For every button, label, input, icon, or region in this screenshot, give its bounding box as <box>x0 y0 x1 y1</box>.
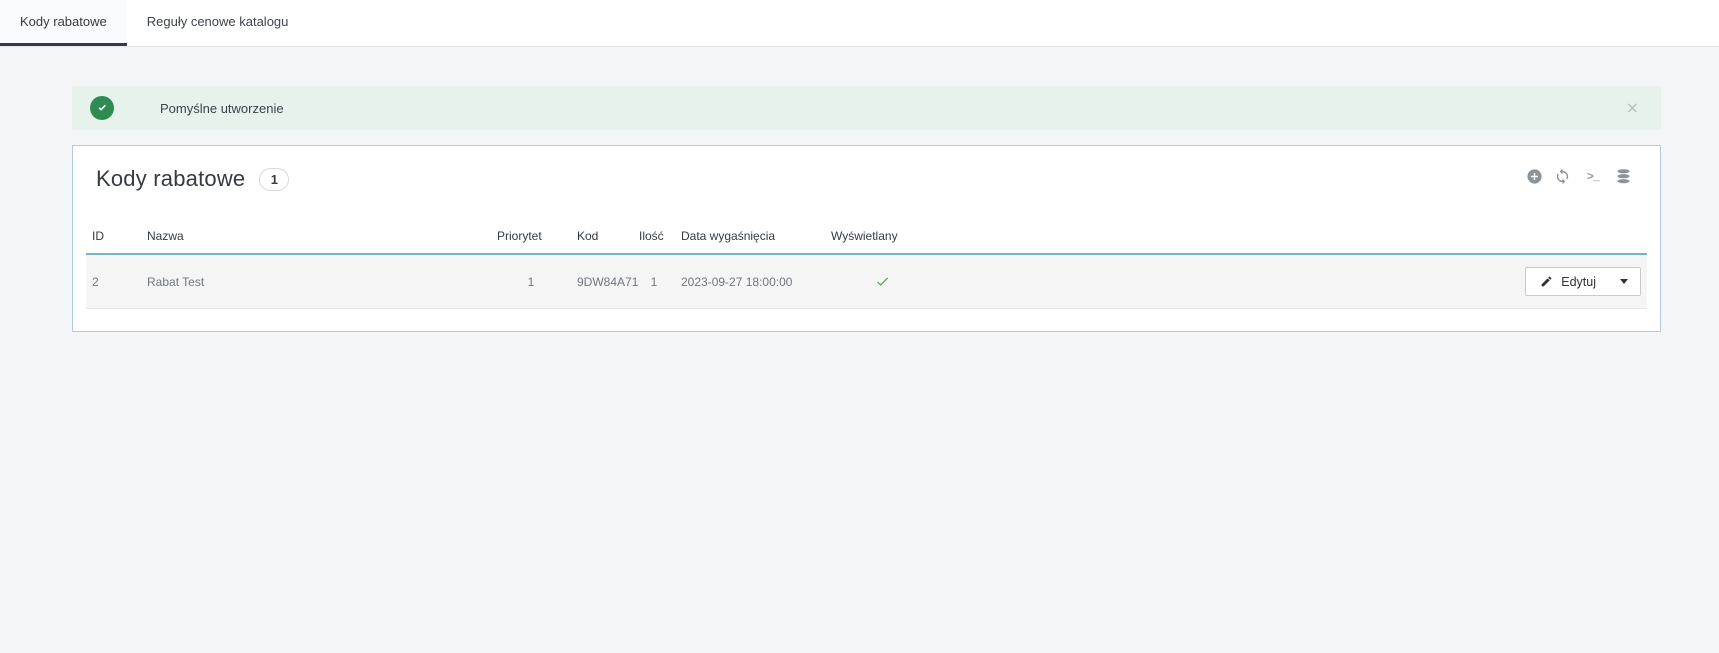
panel-heading: Kody rabatowe 1 <box>96 163 1647 195</box>
displayed-check-icon <box>875 274 890 288</box>
close-icon[interactable]: × <box>1626 100 1643 116</box>
alert-message: Pomyślne utworzenie <box>160 101 284 116</box>
discount-codes-panel: Kody rabatowe 1 >_ <box>72 145 1661 332</box>
cell-expiry: 2023-09-27 18:00:00 <box>675 254 825 309</box>
refresh-icon[interactable] <box>1554 168 1571 185</box>
header-wyswietlany[interactable]: Wyświetlany <box>825 213 940 254</box>
header-data-wygasniecia[interactable]: Data wygaśnięcia <box>675 213 825 254</box>
header-priorytet[interactable]: Priorytet <box>491 213 571 254</box>
header-ilosc[interactable]: Ilość <box>633 213 675 254</box>
cell-code: 9DW84A71 <box>571 254 633 309</box>
header-nazwa[interactable]: Nazwa <box>141 213 491 254</box>
header-kod[interactable]: Kod <box>571 213 633 254</box>
header-actions <box>940 213 1647 254</box>
tab-reguly-cenowe-katalogu[interactable]: Reguły cenowe katalogu <box>127 0 309 46</box>
table-row[interactable]: 2 Rabat Test 1 9DW84A71 1 2023-09-27 18:… <box>86 254 1647 309</box>
count-badge: 1 <box>259 168 289 191</box>
cell-displayed <box>825 254 940 309</box>
cell-id: 2 <box>86 254 141 309</box>
plus-circle-icon[interactable] <box>1526 168 1543 185</box>
tab-kody-rabatowe[interactable]: Kody rabatowe <box>0 0 127 46</box>
cell-quantity: 1 <box>633 254 675 309</box>
panel-toolbar: >_ <box>1526 168 1632 185</box>
edit-button[interactable]: Edytuj <box>1525 267 1641 296</box>
chevron-down-icon[interactable] <box>1620 279 1628 284</box>
database-icon[interactable] <box>1615 168 1632 185</box>
panel-title: Kody rabatowe <box>96 166 245 192</box>
terminal-icon[interactable]: >_ <box>1582 168 1604 185</box>
check-circle-icon <box>90 96 114 120</box>
discount-codes-table: ID Nazwa Priorytet Kod Ilość Data wygaśn… <box>86 213 1647 309</box>
header-id[interactable]: ID <box>86 213 141 254</box>
table-header-row: ID Nazwa Priorytet Kod Ilość Data wygaśn… <box>86 213 1647 254</box>
cell-actions: Edytuj <box>940 254 1647 309</box>
cell-priority: 1 <box>491 254 571 309</box>
edit-button-label: Edytuj <box>1561 275 1596 289</box>
page-tabs: Kody rabatowe Reguły cenowe katalogu <box>0 0 1719 47</box>
cell-name: Rabat Test <box>141 254 491 309</box>
success-alert: Pomyślne utworzenie × <box>72 86 1661 130</box>
pencil-icon <box>1540 275 1553 288</box>
page-content: Pomyślne utworzenie × Kody rabatowe 1 >_ <box>72 86 1661 332</box>
